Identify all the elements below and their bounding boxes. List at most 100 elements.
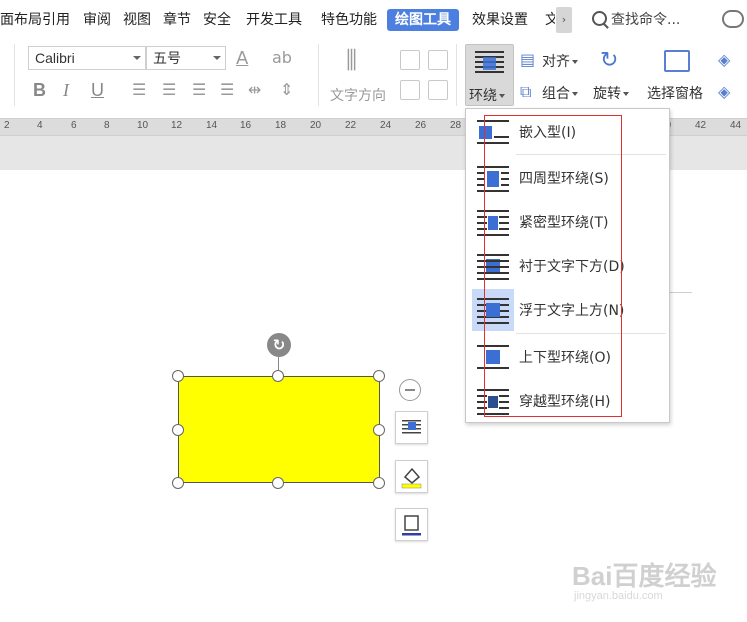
- wrap-text-icon: [475, 51, 504, 73]
- cloud-icon[interactable]: [722, 10, 744, 28]
- chevron-down-icon: [572, 60, 578, 64]
- outline-icon: [402, 515, 421, 536]
- menu-bar: 面布局 引用 审阅 视图 章节 安全 开发工具 特色功能 绘图工具 效果设置 文…: [0, 0, 747, 40]
- tab-drawing-tools[interactable]: 绘图工具: [387, 9, 459, 31]
- resize-handle-se[interactable]: [373, 477, 385, 489]
- underline-icon[interactable]: U: [91, 79, 104, 101]
- chevron-down-icon: [213, 56, 221, 60]
- font-name-select[interactable]: Calibri: [28, 46, 146, 70]
- search-command[interactable]: 查找命令...: [592, 9, 680, 31]
- ribbon-divider: [456, 44, 457, 106]
- collapse-icon[interactable]: [399, 379, 421, 401]
- wrap-text-label: 环绕: [469, 85, 505, 105]
- ruler-label: 4: [37, 120, 43, 131]
- shape-outline-button[interactable]: [395, 508, 428, 541]
- rotate-handle-icon[interactable]: ↻: [267, 333, 291, 357]
- ruler-label: 12: [171, 120, 183, 131]
- text-direction-icon[interactable]: ⫼: [346, 46, 357, 74]
- ruler-label: 28: [450, 120, 462, 131]
- text-align-top-icon[interactable]: [400, 50, 420, 70]
- ruler-label: 44: [730, 120, 742, 131]
- resize-handle-nw[interactable]: [172, 370, 184, 382]
- more-tabs-button[interactable]: ›: [556, 7, 572, 33]
- resize-handle-ne[interactable]: [373, 370, 385, 382]
- yellow-rectangle-shape[interactable]: [178, 376, 380, 483]
- tab-review[interactable]: 审阅: [83, 9, 111, 31]
- align-objects-icon[interactable]: ▤: [520, 50, 535, 69]
- selection-pane-button[interactable]: 选择窗格: [647, 83, 703, 103]
- line-spacing-icon[interactable]: ⇕: [280, 80, 293, 99]
- ribbon: Calibri 五号 A ab B I U ☰ ☰ ☰ ☰ ⇹ ⇕ ⫼ 文字方向…: [0, 40, 747, 110]
- tab-references[interactable]: 引用: [42, 9, 70, 31]
- layout-options-button[interactable]: [395, 411, 428, 444]
- ruler-label: 24: [380, 120, 392, 131]
- tab-page-layout[interactable]: 面布局: [0, 9, 42, 31]
- group-label: 组合: [542, 86, 570, 102]
- font-size-value: 五号: [153, 50, 181, 66]
- chevron-down-icon: [133, 56, 141, 60]
- text-line-marker: [668, 292, 692, 293]
- justify-icon[interactable]: ☰: [220, 80, 234, 99]
- watermark-url: jingyan.baidu.com: [574, 590, 663, 602]
- watermark-logo: Bai百度经验: [572, 561, 717, 591]
- font-name-value: Calibri: [35, 50, 75, 66]
- italic-icon[interactable]: I: [63, 79, 69, 101]
- resize-handle-n[interactable]: [272, 370, 284, 382]
- group-icon[interactable]: ⧉: [520, 82, 531, 102]
- tab-security[interactable]: 安全: [203, 9, 231, 31]
- text-wrap-fit-icon[interactable]: [428, 80, 448, 100]
- text-direction-label[interactable]: 文字方向: [330, 85, 386, 105]
- align-left-icon[interactable]: ☰: [132, 80, 146, 99]
- ruler-label: 8: [104, 120, 110, 131]
- resize-handle-sw[interactable]: [172, 477, 184, 489]
- highlight-icon[interactable]: ab: [272, 48, 292, 67]
- shape-fill-button[interactable]: [395, 460, 428, 493]
- font-size-select[interactable]: 五号: [146, 46, 226, 70]
- search-label: 查找命令...: [611, 12, 681, 28]
- selection-pane-icon[interactable]: [664, 50, 690, 72]
- tab-effects[interactable]: 效果设置: [472, 9, 528, 31]
- group-button[interactable]: 组合: [542, 83, 578, 103]
- tab-features[interactable]: 特色功能: [321, 9, 377, 31]
- ruler-label: 18: [275, 120, 287, 131]
- ruler-label: 22: [345, 120, 357, 131]
- search-icon: [592, 11, 607, 26]
- layout-options-icon: [402, 420, 421, 434]
- rotate-connector: [278, 356, 279, 370]
- rotate-label: 旋转: [593, 86, 621, 102]
- ruler-label: 42: [695, 120, 707, 131]
- wps-writer-window: 面布局 引用 审阅 视图 章节 安全 开发工具 特色功能 绘图工具 效果设置 文…: [0, 0, 747, 622]
- bring-forward-icon[interactable]: ◈: [718, 50, 730, 69]
- resize-handle-w[interactable]: [172, 424, 184, 436]
- rotate-icon[interactable]: ↻: [600, 48, 618, 73]
- align-center-icon[interactable]: ☰: [162, 80, 176, 99]
- ruler-label: 20: [310, 120, 322, 131]
- ruler-label: 26: [415, 120, 427, 131]
- align-objects-button[interactable]: 对齐: [542, 51, 578, 71]
- ruler-label: 6: [71, 120, 77, 131]
- tab-view[interactable]: 视图: [123, 9, 151, 31]
- text-align-middle-icon[interactable]: [428, 50, 448, 70]
- ruler-label: 2: [4, 120, 10, 131]
- rotate-button[interactable]: 旋转: [593, 83, 629, 103]
- align-right-icon[interactable]: ☰: [192, 80, 206, 99]
- send-backward-icon[interactable]: ◈: [718, 82, 730, 101]
- font-color-icon[interactable]: A: [236, 48, 248, 69]
- distribute-icon[interactable]: ⇹: [248, 80, 261, 99]
- chevron-down-icon: [572, 92, 578, 96]
- tab-developer[interactable]: 开发工具: [246, 9, 302, 31]
- chevron-down-icon: [499, 94, 505, 98]
- wrap-text-button[interactable]: 环绕: [465, 44, 514, 106]
- resize-handle-e[interactable]: [373, 424, 385, 436]
- paint-bucket-icon: [401, 467, 422, 489]
- tab-text[interactable]: 文: [545, 9, 555, 31]
- tab-chapter[interactable]: 章节: [163, 9, 191, 31]
- resize-handle-s[interactable]: [272, 477, 284, 489]
- align-label: 对齐: [542, 54, 570, 70]
- ruler-label: 16: [240, 120, 252, 131]
- text-align-bottom-icon[interactable]: [400, 80, 420, 100]
- chevron-down-icon: [623, 92, 629, 96]
- bold-icon[interactable]: B: [33, 79, 46, 101]
- ruler-label: 14: [206, 120, 218, 131]
- ribbon-divider: [318, 44, 319, 106]
